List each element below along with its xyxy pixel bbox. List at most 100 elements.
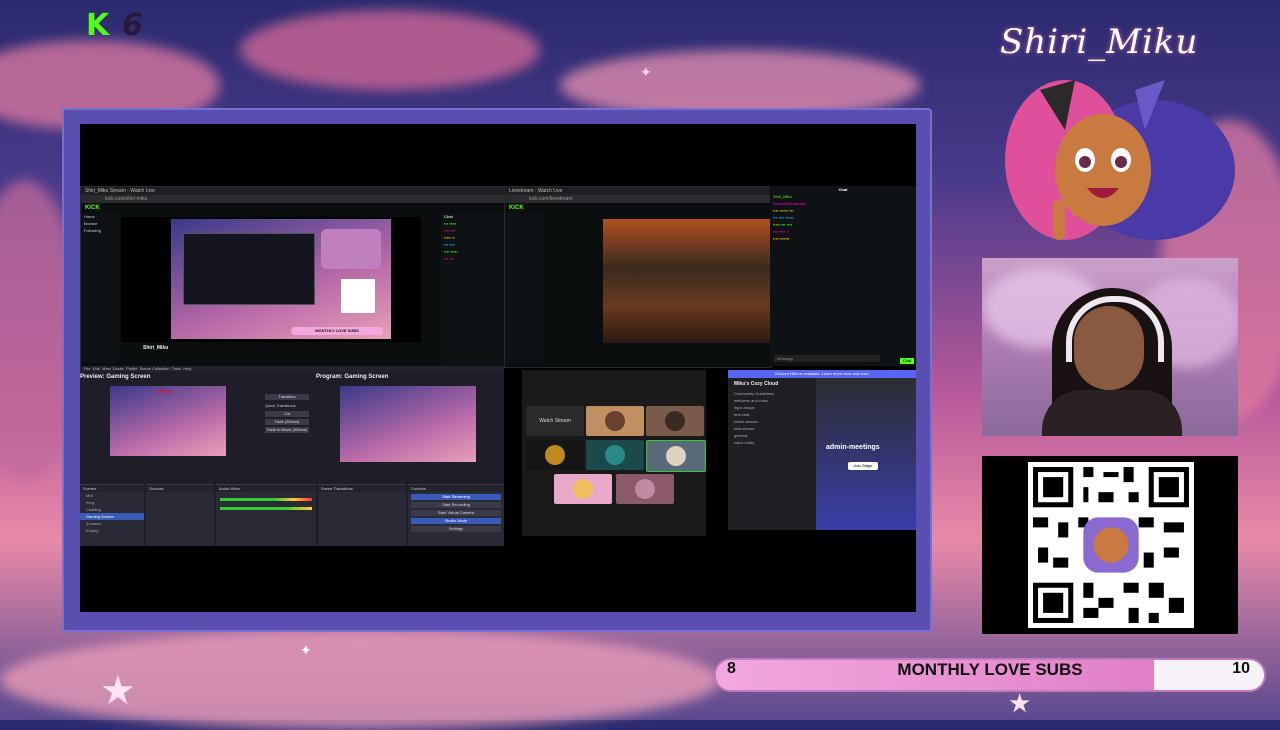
dock-title: Sources [146,485,214,492]
scene-item[interactable]: King [80,499,144,506]
person-body [1042,390,1182,436]
goal-current: 8 [727,660,736,677]
obs-menu-docks[interactable]: Docks [113,366,124,371]
nav-following[interactable]: Following [81,227,119,234]
star-icon: ✦ [300,642,312,658]
scene-item[interactable]: Ending [80,527,144,534]
transition-fade[interactable]: Fade (300ms) [265,419,309,425]
scenes-dock: Scenes MIX King Chatting Gaming Screen Z… [80,484,144,546]
stream-thumbnail: MONTHLY LOVE SUBS [171,219,391,339]
obs-window: File Edit View Docks Profile Scene Colle… [80,366,504,546]
avatar [605,411,625,431]
dock-title: Scenes [80,485,144,492]
settings-button[interactable]: Settings [411,526,501,532]
kick-sidebar [505,213,543,363]
participant-tile[interactable] [646,440,706,472]
participant-tile[interactable] [586,440,644,470]
chat-panel: Chat Shiri_Miku Remote Moderator ▪▪▪▪ ▪▪… [770,186,916,366]
goal-target: 10 [1232,660,1250,677]
nav-home[interactable]: Home [81,213,119,220]
star-icon: ★ [1008,688,1032,718]
participant-tile[interactable] [586,406,644,436]
start-streaming-button[interactable]: Start Streaming [411,494,501,500]
avatar [635,479,655,499]
dock-title: Audio Mixer [216,485,316,492]
url-bar[interactable]: kick.com/shiri-miku [81,195,505,203]
obs-menu-edit[interactable]: Edit [93,366,100,371]
avatar [545,445,565,465]
nav-browse[interactable]: Browse [81,220,119,227]
scene-item[interactable]: Chatting [80,506,144,513]
kick-site-logo[interactable]: KICK [505,203,771,213]
start-recording-button[interactable]: Start Recording [411,502,501,508]
discord-window: Discord Nitro is available. Learn more h… [728,370,916,530]
watch-stream-label: Watch Stream [539,418,571,424]
kick-sidebar: Home Browse Following [81,213,119,363]
chat-panel-title: Chat [838,187,848,192]
avatar [666,446,686,466]
preview-label: Preview: Gaming Screen [80,374,151,380]
virtual-camera-button[interactable]: Start Virtual Camera [411,510,501,516]
sources-dock: Sources [146,484,214,546]
dock-title: Controls [408,485,504,492]
transition-button[interactable]: Transition [265,394,309,400]
scene-item[interactable]: MIX [80,492,144,499]
quick-transitions-label: Quick Transitions [265,403,296,408]
obs-menu-file[interactable]: File [84,366,90,371]
kick-logo: K [86,8,110,43]
webcam-feed [982,258,1238,436]
studio-mode-button[interactable]: Studio Mode [411,518,501,524]
chat-title: Chat [444,214,453,219]
chat-line: Remote Moderator [773,201,807,206]
obs-menu-tools[interactable]: Tools [172,366,181,371]
avatar [665,411,685,431]
watch-stream-tile[interactable]: Watch Stream [526,406,584,436]
streamer-name[interactable]: Shiri_Miku [143,345,168,351]
obs-menu-help[interactable]: Help [183,366,191,371]
preview-canvas[interactable]: 278 px [110,386,226,456]
obs-menu-scene-collection[interactable]: Scene Collection [140,366,170,371]
obs-menu-view[interactable]: View [102,366,111,371]
dimension-label: 278 px [156,389,172,395]
kick-site-logo[interactable]: KICK [81,203,505,213]
transition-fade-black[interactable]: Fade to Black (300ms) [265,427,309,433]
browser-tab[interactable]: Livestream - Watch Live [505,187,771,195]
nitro-banner[interactable]: Discord Nitro is available. Learn more h… [728,370,916,378]
participant-tile[interactable] [554,474,612,504]
sub-goal-bar: MONTHLY LOVE SUBS 8 10 [716,660,1264,690]
qr-code-icon [1028,462,1194,628]
star-icon: ✦ [640,64,652,80]
avatar [605,445,625,465]
scene-item[interactable]: Zoomed [80,520,144,527]
bg-cloud [240,10,540,90]
controls-dock: Controls Start Streaming Start Recording… [408,484,504,546]
avatar [573,479,593,499]
participant-tile[interactable] [526,440,584,470]
join-stage-button[interactable]: Join Stage [848,462,878,470]
mascot-image [1005,80,1235,240]
url-bar[interactable]: kick.com/livestream [505,195,771,203]
program-label: Program: Gaming Screen [316,374,389,380]
participant-tile[interactable] [616,474,674,504]
kick-video[interactable]: MONTHLY LOVE SUBS [121,217,421,342]
transition-cut[interactable]: Cut [265,411,309,417]
left-browser-window: Shiri_Miku Stream - Watch Live kick.com/… [80,186,506,368]
chat-line[interactable]: Message [774,355,880,362]
browser-tab[interactable]: Shiri_Miku Stream - Watch Live [81,187,505,195]
obs-menu-profile[interactable]: Profile [126,366,137,371]
brand-name: Shiri_Miku [1000,22,1199,62]
star-icon: ★ [100,669,136,713]
game-video[interactable] [603,219,771,343]
scene-item[interactable]: Gaming Screen [80,513,144,520]
participant-tile[interactable] [646,406,704,436]
video-call-window: Watch Stream [522,370,706,536]
chat-send-button[interactable]: Chat [900,358,914,364]
discord-main: admin-meetings Join Stage [816,378,916,530]
chat-line: Shiri_Miku [773,194,792,199]
goal-label: MONTHLY LOVE SUBS [897,660,1083,679]
audio-meter [220,498,312,501]
program-canvas [340,386,476,462]
channel-title: admin-meetings [826,444,880,451]
audio-meter [220,507,312,510]
audio-mixer-dock: Audio Mixer [216,484,316,546]
